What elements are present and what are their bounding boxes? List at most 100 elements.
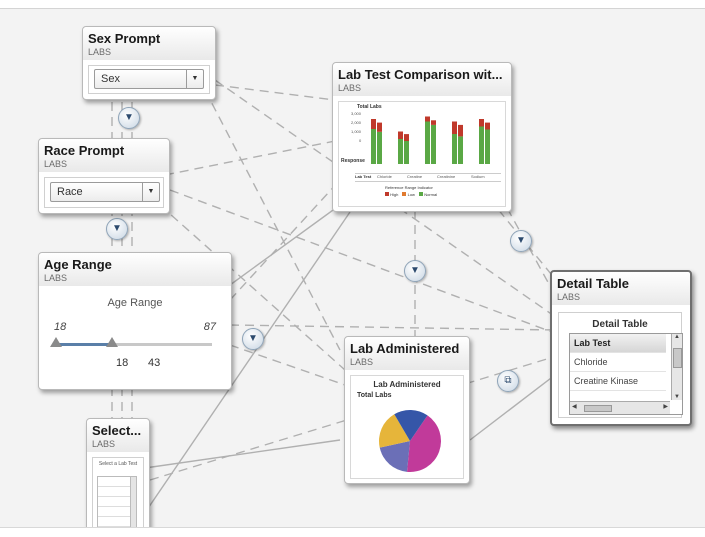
slider-track[interactable] [56,343,212,346]
slider-max-label: 87 [203,321,216,333]
node-body: Age Range 18 87 18 43 [44,291,226,383]
y-tick-label: 1,000 [351,129,362,134]
age-range-node[interactable]: Age Range LABS Age Range 18 87 18 43 [38,252,232,390]
bar-segment-high [371,119,376,129]
bar-segment-high [425,116,430,122]
table-row[interactable]: Creatine Kinase [570,372,666,391]
bar-segment-normal [371,129,376,164]
table-row[interactable]: Chloride [570,353,666,372]
dropdown-value: Sex [101,73,120,85]
slider-min-label: 18 [54,321,67,333]
bar-segment-high [479,119,484,127]
node-title: Sex Prompt [88,31,161,46]
measure-label: Total Labs [357,392,392,399]
node-title: Race Prompt [44,143,125,158]
node-body: Race ▼ [44,177,164,208]
scroll-left-icon[interactable]: ◀ [572,403,577,410]
node-title: Lab Administered [350,341,460,356]
node-title: Select... [92,423,142,438]
node-title: Detail Table [557,276,630,291]
scroll-up-icon[interactable]: ▲ [672,334,682,340]
node-source: LABS [557,292,581,302]
vertical-scrollbar[interactable]: ▲ ▼ [671,334,682,400]
bar-segment-high [404,134,409,141]
scroll-thumb[interactable] [673,348,682,368]
y-tick-label: 0 [359,138,362,143]
lab-administered-node[interactable]: Lab Administered LABS Lab Administered T… [344,336,470,484]
category-label: Lab Test [355,174,372,179]
bar-segment-normal [431,124,436,164]
comparison-chart[interactable]: Total Labs 3,000 2,000 1,000 0 Response … [338,101,506,207]
detail-table-node[interactable]: Detail Table LABS Detail Table Lab Test … [550,270,692,426]
node-source: LABS [44,273,68,283]
node-header: Age Range LABS [39,253,231,286]
detail-table[interactable]: Lab Test Chloride Creatine Kinase ▲ ▼ ◀ … [569,333,683,415]
bar-segment-normal [452,134,457,164]
category-label: Sodium [471,174,485,179]
sex-dropdown[interactable]: Sex ▼ [94,69,204,89]
race-dropdown[interactable]: Race ▼ [50,182,160,202]
filter-funnel-icon[interactable]: ▼ [118,107,140,129]
bar-segment-high [485,122,490,130]
bar-segment-normal [398,139,403,164]
node-title: Age Range [44,257,112,272]
pie-chart [379,410,441,472]
dropdown-value: Race [57,186,83,198]
node-header: Sex Prompt LABS [83,27,215,60]
sex-prompt-node[interactable]: Sex Prompt LABS Sex ▼ [82,26,216,100]
pie-chart-panel[interactable]: Lab Administered Total Labs [350,375,464,479]
slider-high-handle[interactable] [106,337,119,347]
category-label: Creatinine [437,174,456,179]
node-source: LABS [88,47,112,57]
row-label: Response [341,158,365,164]
filter-funnel-icon[interactable]: ▼ [404,260,426,282]
slider-low-handle[interactable] [50,337,62,347]
slider-high-value: 43 [148,357,161,369]
bar-segment-high [377,122,382,132]
table-title: Detail Table [592,319,648,330]
bar-segment-normal [425,121,430,164]
lab-test-comparison-node[interactable]: Lab Test Comparison wit... LABS Total La… [332,62,512,212]
canvas-bottom-edge [0,527,705,537]
select-list-label: Select a Lab Test [98,461,138,467]
filter-funnel-icon[interactable]: ▼ [510,230,532,252]
table-column-header[interactable]: Lab Test [570,334,666,353]
horizontal-scrollbar[interactable]: ◀ ▶ [570,401,670,414]
legend-title: Reference Range Indicator [385,185,433,190]
legend-swatch-high [385,192,389,196]
chart-title: Lab Administered [373,380,441,389]
table-panel: Detail Table Lab Test Chloride Creatine … [558,312,683,418]
chart-title: Total Labs [357,104,382,110]
node-source: LABS [44,159,68,169]
slider-label: Age Range [107,297,163,309]
scroll-right-icon[interactable]: ▶ [663,403,668,410]
report-flow-canvas[interactable]: ▼ ▼ ▼ ▼ ▼ ⧉ Sex Prompt LABS Sex ▼ Race P… [0,0,705,537]
filter-funnel-icon[interactable]: ▼ [106,218,128,240]
legend-swatch-low [402,192,407,196]
legend-item: High [390,192,399,197]
scroll-thumb[interactable] [584,405,612,412]
category-label: Creatine [407,174,423,179]
node-source: LABS [350,357,374,367]
scroll-down-icon[interactable]: ▼ [672,394,682,400]
node-header: Detail Table LABS [552,272,690,305]
node-header: Race Prompt LABS [39,139,169,172]
y-tick-label: 2,000 [351,120,362,125]
bar-segment-high [458,124,463,137]
stacked-bar-plot [371,116,490,164]
race-prompt-node[interactable]: Race Prompt LABS Race ▼ [38,138,170,214]
node-header: Lab Administered LABS [345,337,469,370]
slider-low-value: 18 [116,357,129,369]
filter-funnel-icon[interactable]: ▼ [242,328,264,350]
chevron-down-icon[interactable]: ▼ [186,70,203,88]
select-list-node[interactable]: Select... LABS Select a Lab Test [86,418,150,537]
bar-segment-high [452,121,457,134]
y-tick-label: 3,000 [351,111,362,116]
legend-item: Normal [424,192,438,197]
chevron-down-icon[interactable]: ▼ [142,183,159,201]
link-icon[interactable]: ⧉ [497,370,519,392]
legend-swatch-normal [419,192,424,196]
node-source: LABS [92,439,116,449]
node-source: LABS [338,83,362,93]
node-body: Sex ▼ [88,65,210,94]
